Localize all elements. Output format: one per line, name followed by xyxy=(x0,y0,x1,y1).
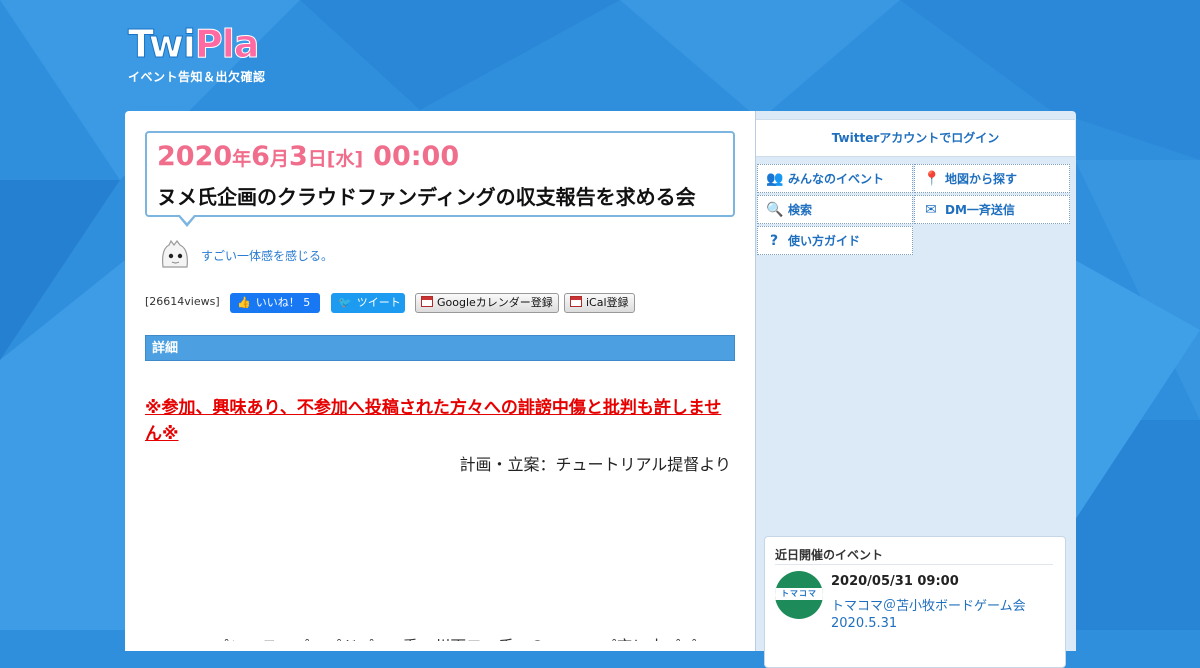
twipla-logo[interactable]: TwiPla イベント告知＆出欠確認 xyxy=(128,22,278,88)
calendar-icon xyxy=(570,296,582,307)
upcoming-events: 近日開催のイベント トマコマ 2020/05/31 09:00 トマコマ＠苫小牧… xyxy=(764,536,1066,668)
calendar-icon xyxy=(421,296,433,307)
google-calendar-button[interactable]: Googleカレンダー登録 xyxy=(415,293,559,313)
envelope-icon: ✉ xyxy=(925,202,937,218)
users-icon: 👥 xyxy=(766,171,784,187)
event-title: ヌメ氏企画のクラウドファンディングの収支報告を求める会 xyxy=(157,185,696,209)
logo-wordmark: TwiPla xyxy=(128,22,260,67)
upcoming-title: 近日開催のイベント xyxy=(775,548,884,562)
logo-tagline: イベント告知＆出欠確認 xyxy=(128,70,266,84)
thumbs-up-icon: 👍 xyxy=(237,296,251,309)
tweet-button[interactable]: 🐦 ツイート xyxy=(331,293,405,313)
ical-button[interactable]: iCal登録 xyxy=(564,293,635,313)
sidebar: Twitterアカウントでログイン 👥 みんなのイベント 📍 地図から探す 🔍 … xyxy=(755,111,1076,668)
question-icon: ? xyxy=(769,233,779,249)
divider xyxy=(775,564,1053,565)
twitter-login-button[interactable]: Twitterアカウントでログイン xyxy=(756,119,1075,157)
detail-section-header: 詳細 xyxy=(145,335,735,361)
nav-all-events[interactable]: 👥 みんなのイベント xyxy=(757,164,913,193)
main-panel: 2020年6月3日[水] 00:00 ヌメ氏企画のクラウドファンディングの収支報告… xyxy=(125,111,755,651)
view-count: [26614views] xyxy=(145,295,220,308)
facebook-like-button[interactable]: 👍 いいね！ 5 xyxy=(230,293,320,313)
event-datetime: 2020年6月3日[水] 00:00 xyxy=(157,141,460,172)
nav-dm-broadcast[interactable]: ✉ DM一斉送信 xyxy=(914,195,1070,224)
nav-guide[interactable]: ? 使い方ガイド xyxy=(757,226,913,255)
event-thumbnail-text: トマコマ xyxy=(775,588,823,600)
detail-text-clipped: パン・スーパーパドパ・◆重。州更フ・手。②．．．．．・パ宝に土パパ xyxy=(165,623,725,641)
detail-plan-credit: 計画・立案：チュートリアル提督より xyxy=(459,455,731,474)
event-thumbnail[interactable]: トマコマ xyxy=(775,571,823,619)
upcoming-event-subtitle[interactable]: 2020.5.31 xyxy=(831,616,897,631)
organizer-message[interactable]: すごい一体感を感じる。 xyxy=(201,247,333,264)
twitter-bird-icon: 🐦 xyxy=(338,296,352,309)
upcoming-event-date: 2020/05/31 09:00 xyxy=(831,574,959,589)
organizer-avatar[interactable] xyxy=(155,235,195,275)
detail-notice: ※参加、興味あり、不参加へ投稿された方々への誹謗中傷と批判も許しません※ xyxy=(145,398,722,444)
event-header: 2020年6月3日[水] 00:00 ヌメ氏企画のクラウドファンディングの収支報告… xyxy=(145,131,735,227)
nav-map-search[interactable]: 📍 地図から探す xyxy=(914,164,1070,193)
nav-search[interactable]: 🔍 検索 xyxy=(757,195,913,224)
map-pin-icon: 📍 xyxy=(923,171,941,187)
upcoming-event-link[interactable]: トマコマ＠苫小牧ボードゲーム会 xyxy=(831,595,1026,614)
search-icon: 🔍 xyxy=(766,202,784,218)
